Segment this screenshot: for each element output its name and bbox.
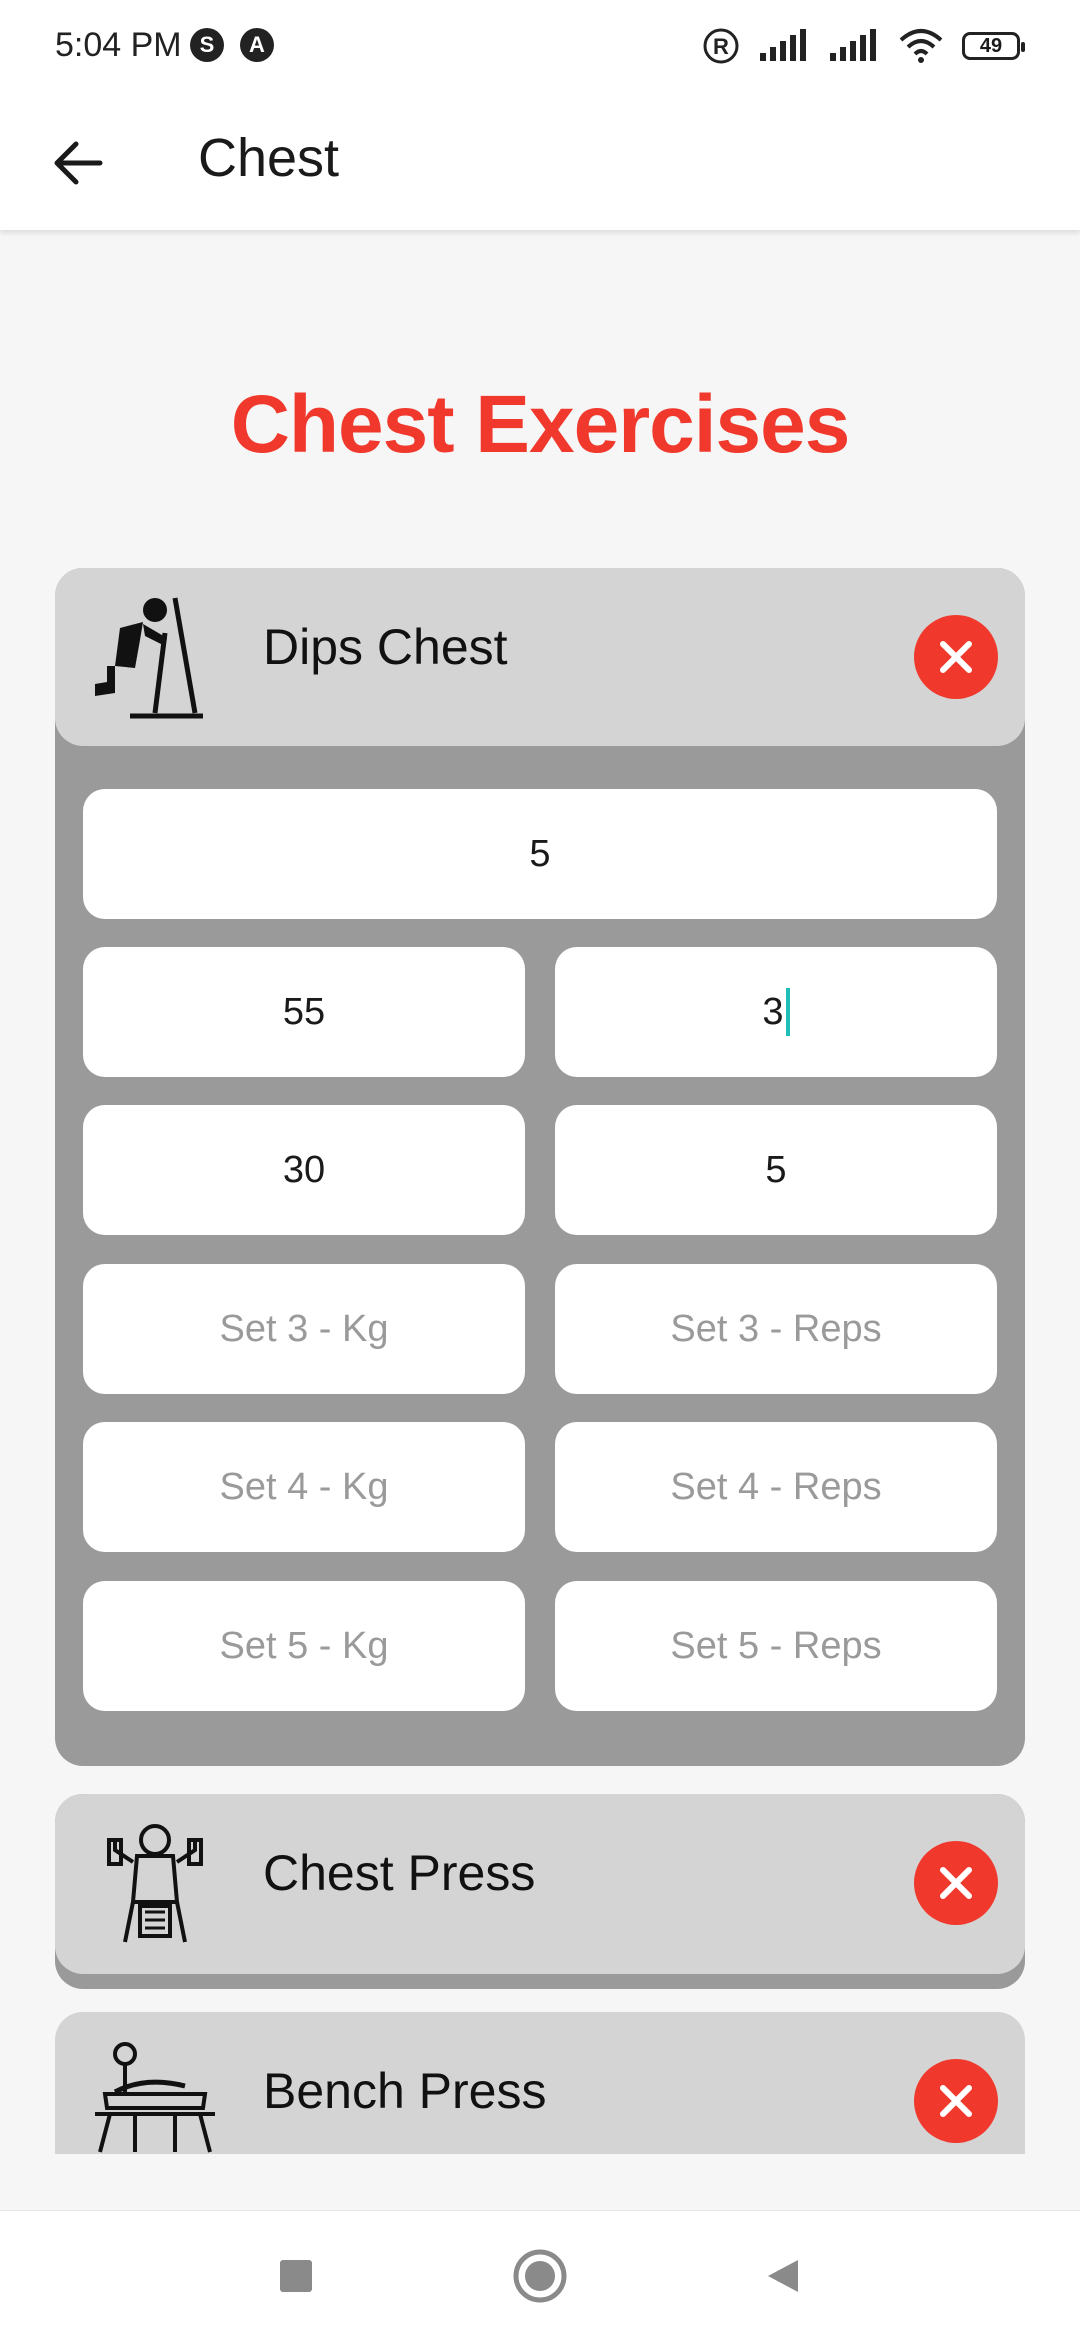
square-icon	[280, 2260, 312, 2292]
recents-button[interactable]	[236, 2211, 356, 2341]
triangle-back-icon	[768, 2260, 798, 2292]
set-1-kg-input[interactable]: 55	[83, 947, 525, 1077]
set-5-kg-input[interactable]: Set 5 - Kg	[83, 1581, 525, 1711]
close-icon	[940, 2085, 972, 2117]
notification-s-icon: S	[190, 28, 224, 62]
set-1-reps-value: 3	[762, 990, 784, 1033]
exercises-heading: Chest Exercises	[230, 379, 851, 470]
set-2-kg-input[interactable]: 30	[83, 1105, 525, 1235]
chest-press-icon	[107, 1824, 203, 1943]
system-nav-bar	[0, 2210, 1080, 2341]
status-icons: R 49	[702, 26, 1025, 66]
app-bar: Chest	[0, 95, 1080, 230]
exercise-card-header[interactable]: Dips Chest	[55, 568, 1025, 746]
remove-exercise-button[interactable]	[914, 2059, 998, 2143]
remove-exercise-button[interactable]	[914, 1841, 998, 1925]
registered-icon: R	[703, 28, 739, 64]
signal-icon	[760, 29, 806, 61]
back-button[interactable]	[40, 125, 116, 201]
status-bar: 5:04 PM S A R 49	[0, 0, 1080, 95]
set-5-reps-input[interactable]: Set 5 - Reps	[555, 1581, 997, 1711]
set-3-reps-input[interactable]: Set 3 - Reps	[555, 1264, 997, 1394]
page-title: Chest	[198, 128, 340, 188]
nav-back-button[interactable]	[722, 2211, 842, 2341]
arrow-left-icon	[54, 141, 103, 185]
exercise-card-header[interactable]: Bench Press	[55, 2012, 1025, 2154]
sets-count-input[interactable]: 5	[83, 789, 997, 919]
notification-a-icon: A	[240, 28, 274, 62]
set-3-kg-input[interactable]: Set 3 - Kg	[83, 1264, 525, 1394]
exercise-name: Bench Press	[263, 2063, 547, 2119]
svg-text:R: R	[713, 34, 729, 59]
wifi-icon	[899, 29, 943, 63]
set-4-kg-input[interactable]: Set 4 - Kg	[83, 1422, 525, 1552]
exercise-card-dips-chest: Dips Chest 5 55 3 30 5 Set 3 - Kg Set 3 …	[55, 568, 1025, 1766]
exercise-name: Chest Press	[263, 1845, 536, 1901]
text-caret	[785, 988, 790, 1036]
exercise-card-chest-press: Chest Press	[55, 1794, 1025, 1989]
circle-icon	[513, 2249, 567, 2303]
signal-icon	[830, 29, 876, 61]
status-time: 5:04 PM	[55, 26, 182, 64]
set-2-reps-input[interactable]: 5	[555, 1105, 997, 1235]
set-4-reps-input[interactable]: Set 4 - Reps	[555, 1422, 997, 1552]
dips-icon	[95, 597, 203, 719]
remove-exercise-button[interactable]	[914, 615, 998, 699]
home-button[interactable]	[480, 2211, 600, 2341]
exercise-name: Dips Chest	[263, 619, 508, 675]
battery-icon: 49	[962, 32, 1025, 60]
close-icon	[940, 641, 972, 673]
set-1-reps-input[interactable]: 3	[555, 947, 997, 1077]
bench-press-icon	[95, 2042, 215, 2153]
close-icon	[940, 1867, 972, 1899]
exercise-card-header[interactable]: Chest Press	[55, 1794, 1025, 1974]
exercise-card-bench-press: Bench Press	[55, 2012, 1025, 2154]
